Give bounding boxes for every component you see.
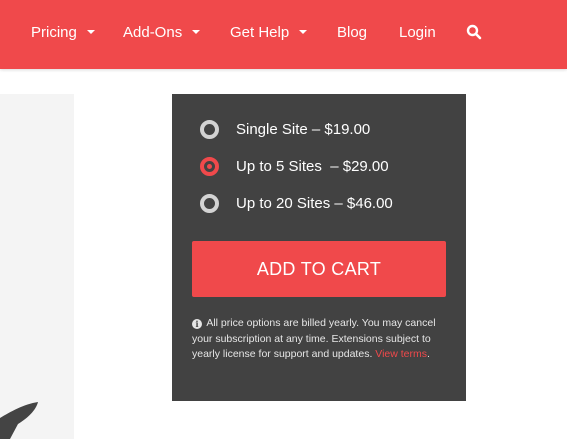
nav-item-get-help[interactable]: Get Help — [230, 22, 308, 42]
radio-button[interactable] — [200, 193, 219, 213]
price-option-label: Single Site – $19.00 — [236, 120, 371, 138]
caret-down-icon — [192, 30, 201, 34]
left-image-panel — [0, 94, 74, 439]
radio-button[interactable] — [200, 119, 219, 139]
billing-note: i All price options are billed yearly. Y… — [192, 316, 454, 363]
add-to-cart-button[interactable]: ADD TO CART — [192, 241, 446, 297]
billing-note-end: . — [427, 348, 430, 360]
nav-item-label: Blog — [337, 23, 368, 41]
nav-item-login[interactable]: Login — [399, 22, 436, 42]
top-navbar: Pricing Add-Ons Get Help Blog Login — [0, 0, 567, 69]
nav-item-label: Pricing — [31, 23, 77, 41]
nav-item-add-ons[interactable]: Add-Ons — [123, 22, 201, 42]
price-option-single-site[interactable]: Single Site – $19.00 — [200, 117, 370, 141]
nav-item-label: Add-Ons — [123, 23, 183, 41]
nav-item-label: Login — [399, 23, 436, 41]
price-option-label: Up to 5 Sites – $29.00 — [236, 157, 389, 175]
decorative-shape — [0, 402, 38, 439]
nav-item-label: Get Help — [230, 23, 290, 41]
nav-item-pricing[interactable]: Pricing — [31, 22, 95, 42]
caret-down-icon — [299, 30, 308, 34]
info-icon: i — [192, 319, 202, 329]
view-terms-link[interactable]: View terms — [375, 348, 427, 360]
price-option-5-sites[interactable]: Up to 5 Sites – $29.00 — [200, 154, 389, 178]
page: Pricing Add-Ons Get Help Blog Login Sing… — [0, 0, 567, 439]
price-option-label: Up to 20 Sites – $46.00 — [236, 194, 393, 212]
search-icon[interactable] — [466, 24, 482, 40]
pricing-card: Single Site – $19.00 Up to 5 Sites – $29… — [172, 94, 466, 401]
radio-button-selected[interactable] — [200, 156, 219, 176]
price-option-20-sites[interactable]: Up to 20 Sites – $46.00 — [200, 191, 393, 215]
caret-down-icon — [86, 30, 95, 34]
nav-item-blog[interactable]: Blog — [337, 22, 367, 42]
